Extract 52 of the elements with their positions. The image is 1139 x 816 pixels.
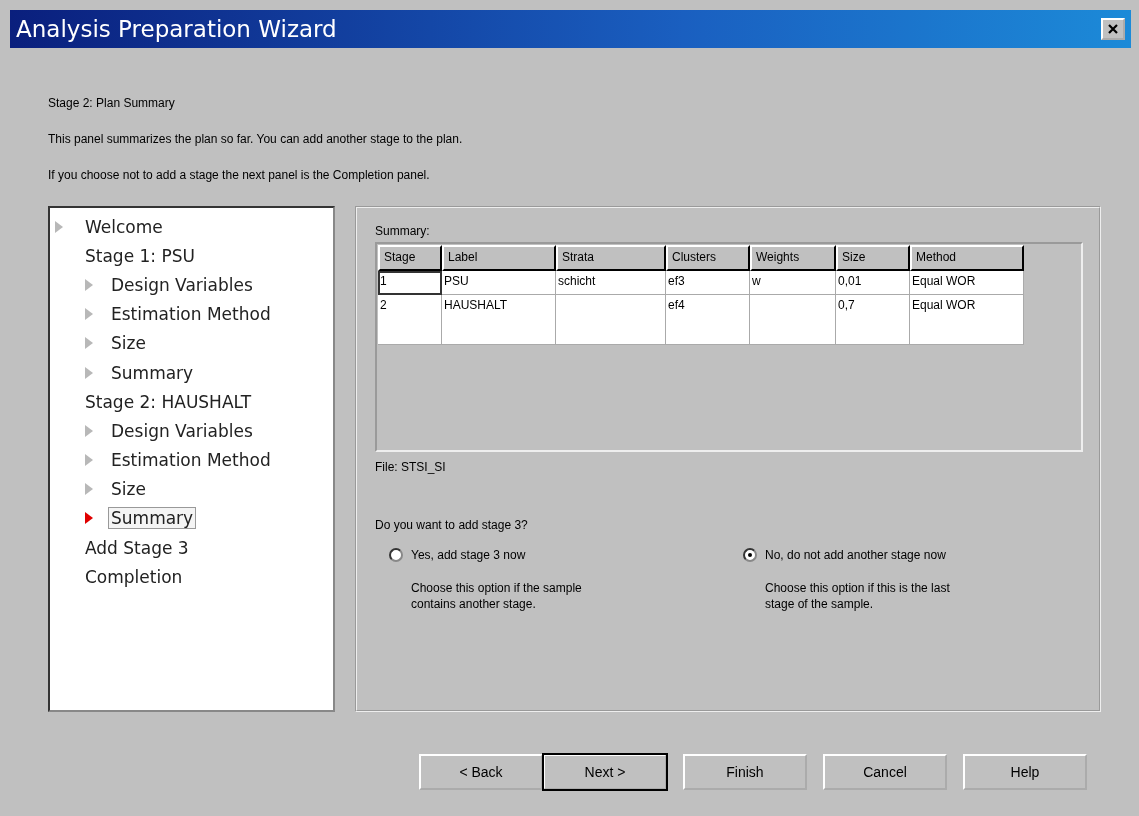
stage-heading[interactable]: Stage 2: HAUSHALT xyxy=(82,390,255,413)
wizard-step[interactable]: Welcome xyxy=(82,215,166,238)
column-header[interactable]: Size xyxy=(836,245,910,271)
radio-button[interactable] xyxy=(389,548,403,562)
option-description: Choose this option if this is the last stage of the sample. xyxy=(765,580,951,613)
dialog-button[interactable]: Next > xyxy=(543,754,667,790)
table-cell: schicht xyxy=(556,271,666,295)
instruction-text: If you choose not to add a stage the next panel is the Completion panel. xyxy=(48,168,431,182)
column-header[interactable]: Stage xyxy=(378,245,442,271)
wizard-step[interactable]: Size xyxy=(108,478,149,501)
window-title: Analysis Preparation Wizard xyxy=(16,16,337,42)
table-cell: ef3 xyxy=(666,271,750,295)
instruction-text: This panel summarizes the plan so far. You can add another stage to the plan. xyxy=(48,132,464,146)
stage-heading[interactable]: Stage 1: PSU xyxy=(82,244,198,267)
wizard-step[interactable]: Design Variables xyxy=(108,419,256,442)
close-button[interactable] xyxy=(1101,18,1125,40)
stage-heading-text: Stage 2: Plan Summary xyxy=(48,96,176,110)
wizard-step[interactable]: Estimation Method xyxy=(108,449,274,472)
radio-option[interactable]: Yes, add stage 3 now xyxy=(389,548,729,562)
wizard-step[interactable]: Summary xyxy=(108,361,197,384)
wizard-step[interactable]: Size xyxy=(108,332,149,355)
column-header[interactable]: Label xyxy=(442,245,556,271)
radio-option[interactable]: No, do not add another stage now xyxy=(743,548,1083,562)
column-header[interactable]: Strata xyxy=(556,245,666,271)
column-header[interactable]: Weights xyxy=(750,245,836,271)
table-cell: HAUSHALT xyxy=(442,295,556,345)
dialog-button[interactable]: Help xyxy=(963,754,1087,790)
dialog-button[interactable]: Cancel xyxy=(823,754,947,790)
radio-button[interactable] xyxy=(743,548,757,562)
table-cell: 0,01 xyxy=(836,271,910,295)
table-cell: 2 xyxy=(378,295,442,345)
table-cell: PSU xyxy=(442,271,556,295)
stage-heading[interactable]: Add Stage 3 xyxy=(82,536,192,559)
question-text: Do you want to add stage 3? xyxy=(375,518,529,532)
file-label: File: STSI_SI xyxy=(375,460,447,474)
table-cell: 0,7 xyxy=(836,295,910,345)
wizard-step[interactable]: Design Variables xyxy=(108,273,256,296)
wizard-step[interactable]: Summary xyxy=(108,507,197,530)
dialog-button[interactable]: Finish xyxy=(683,754,807,790)
table-cell: 1 xyxy=(378,271,442,295)
wizard-step[interactable]: Estimation Method xyxy=(108,303,274,326)
option-description: Choose this option if the sample contains another stage. xyxy=(411,580,583,613)
column-header[interactable]: Clusters xyxy=(666,245,750,271)
dialog-button[interactable]: < Back xyxy=(419,754,543,790)
close-icon xyxy=(1107,23,1119,35)
table-cell: ef4 xyxy=(666,295,750,345)
table-cell: Equal WOR xyxy=(910,295,1024,345)
table-cell: w xyxy=(750,271,836,295)
stage-heading[interactable]: Completion xyxy=(82,565,186,588)
table-cell: Equal WOR xyxy=(910,271,1024,295)
summary-label: Summary: xyxy=(375,224,431,238)
column-header[interactable]: Method xyxy=(910,245,1024,271)
